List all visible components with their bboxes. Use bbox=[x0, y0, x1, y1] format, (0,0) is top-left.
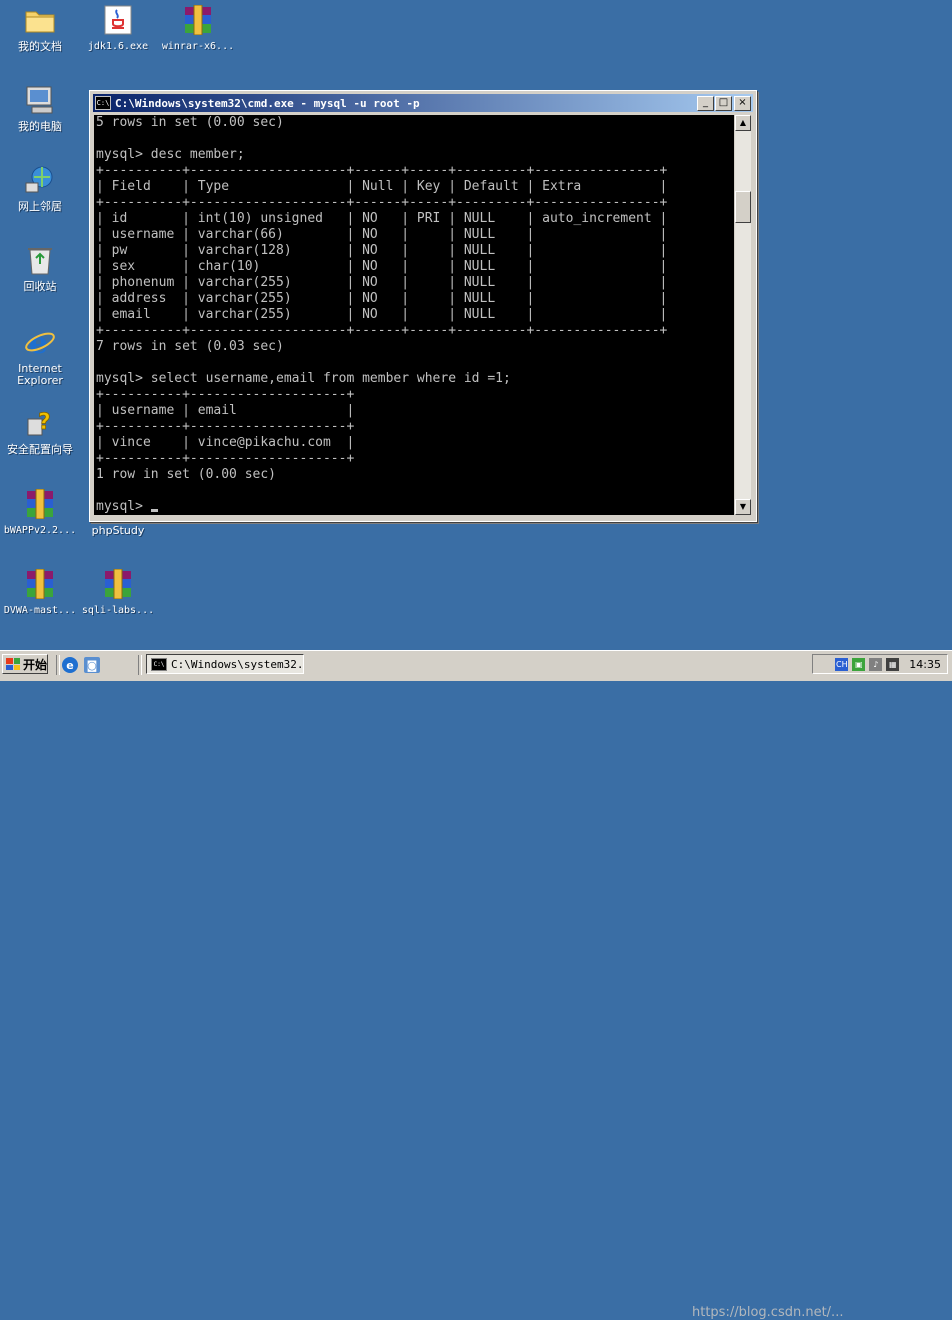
ie-quicklaunch-icon[interactable]: e bbox=[62, 657, 78, 673]
taskbar-divider bbox=[56, 655, 60, 675]
java-icon bbox=[101, 3, 135, 37]
text-cursor bbox=[150, 509, 158, 512]
folder-icon bbox=[23, 3, 57, 37]
taskbar-divider bbox=[138, 655, 142, 675]
system-tray: CH ▣ ♪ ▦ 14:35 bbox=[812, 654, 948, 674]
winrar-icon bbox=[23, 487, 57, 521]
quick-launch: e ◙ bbox=[62, 657, 100, 673]
close-button[interactable]: × bbox=[734, 96, 751, 111]
volume-tray-icon[interactable]: ♪ bbox=[869, 657, 883, 671]
taskbar-button-label: C:\Windows\system32... bbox=[171, 657, 304, 671]
winrar-icon bbox=[181, 3, 215, 37]
taskbar-button-cmd[interactable]: C:\ C:\Windows\system32... bbox=[146, 654, 304, 674]
window-titlebar[interactable]: C:\ C:\Windows\system32\cmd.exe - mysql … bbox=[93, 94, 753, 112]
tray-app-icon[interactable]: ▦ bbox=[886, 657, 900, 671]
vertical-scrollbar[interactable]: ▲ ▼ bbox=[735, 115, 751, 515]
clock[interactable]: 14:35 bbox=[909, 658, 941, 671]
desktop-icon-bwapp[interactable]: bWAPPv2.2... bbox=[0, 487, 80, 537]
watermark: https://blog.csdn.net/... bbox=[692, 1305, 844, 1320]
desktop-icon-jdk[interactable]: jdk1.6.exe bbox=[78, 3, 158, 53]
scroll-thumb[interactable] bbox=[735, 191, 751, 223]
svg-text:e: e bbox=[29, 326, 48, 358]
desktop-icon-internet-explorer[interactable]: e Internet Explorer bbox=[0, 325, 80, 387]
winrar-icon bbox=[23, 567, 57, 601]
window-title: C:\Windows\system32\cmd.exe - mysql -u r… bbox=[115, 96, 420, 110]
security-wizard-icon: ? bbox=[23, 406, 57, 440]
desktop-icon-network[interactable]: 网上邻居 bbox=[0, 163, 80, 213]
desktop-icon-winrar[interactable]: winrar-x6... bbox=[158, 3, 238, 53]
desktop-icon-my-computer[interactable]: 我的电脑 bbox=[0, 83, 80, 133]
desktop-quicklaunch-icon[interactable]: ◙ bbox=[84, 657, 100, 673]
ime-icon[interactable]: CH bbox=[835, 657, 849, 671]
desktop-icon-sqli-labs[interactable]: sqli-labs... bbox=[78, 567, 158, 617]
winrar-icon bbox=[101, 567, 135, 601]
desktop-icon-dvwa[interactable]: DVWA-mast... bbox=[0, 567, 80, 617]
network-tray-icon[interactable]: ▣ bbox=[852, 657, 866, 671]
minimize-button[interactable]: _ bbox=[697, 96, 714, 111]
start-button[interactable]: 开始 bbox=[2, 654, 48, 674]
console-output[interactable]: 5 rows in set (0.00 sec) mysql> desc mem… bbox=[94, 115, 734, 515]
scroll-down-button[interactable]: ▼ bbox=[735, 499, 751, 515]
cmd-window[interactable]: C:\ C:\Windows\system32\cmd.exe - mysql … bbox=[89, 90, 757, 522]
window-controls: _ □ × bbox=[696, 96, 751, 111]
ie-icon: e bbox=[23, 325, 57, 359]
cmd-small-icon: C:\ bbox=[151, 657, 167, 671]
console-text: 5 rows in set (0.00 sec) mysql> desc mem… bbox=[96, 115, 668, 482]
start-label: 开始 bbox=[23, 657, 48, 672]
desktop-icon-my-documents[interactable]: 我的文档 bbox=[0, 3, 80, 53]
cmd-icon: C:\ bbox=[95, 96, 111, 110]
desktop-icon-security-wizard[interactable]: ? 安全配置向导 bbox=[0, 406, 80, 456]
recycle-bin-icon bbox=[23, 243, 57, 277]
console-prompt: mysql> bbox=[96, 499, 151, 514]
maximize-button[interactable]: □ bbox=[715, 96, 732, 111]
network-icon bbox=[23, 163, 57, 197]
svg-text:?: ? bbox=[38, 410, 51, 435]
scroll-up-button[interactable]: ▲ bbox=[735, 115, 751, 131]
desktop-icon-recycle-bin[interactable]: 回收站 bbox=[0, 243, 80, 293]
computer-icon bbox=[23, 83, 57, 117]
windows-flag-icon bbox=[6, 658, 20, 670]
taskbar: 开始 e ◙ C:\ C:\Windows\system32... CH ▣ ♪… bbox=[0, 650, 952, 1320]
